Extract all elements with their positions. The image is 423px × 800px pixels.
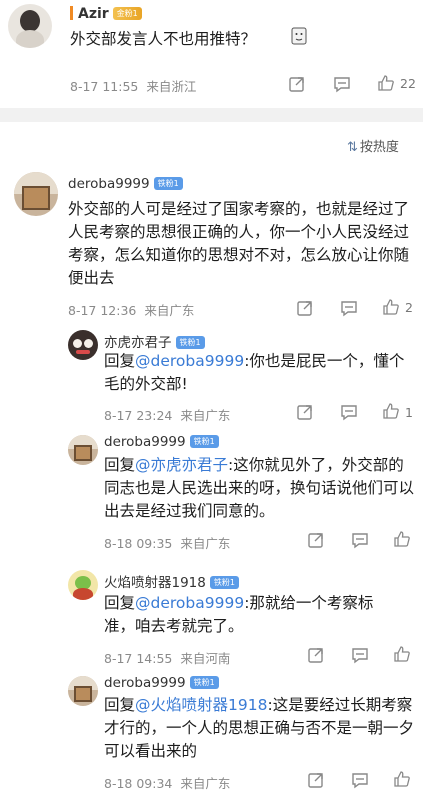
username[interactable]: 亦虎亦君子 铁粉1 xyxy=(104,331,205,351)
username[interactable]: deroba9999 铁粉1 xyxy=(68,176,183,192)
fan-badge: 铁粉1 xyxy=(189,435,219,448)
like-icon[interactable] xyxy=(393,530,411,548)
location: 来自广东 xyxy=(180,536,231,551)
location: 来自浙江 xyxy=(146,79,197,94)
post-meta: 8-17 11:55 来自浙江 xyxy=(70,76,196,95)
location: 来自广东 xyxy=(144,303,195,318)
share-icon[interactable] xyxy=(296,299,314,317)
sort-by-heat-button[interactable]: ⇅ 按热度 xyxy=(347,136,399,155)
reply-text: 回复@火焰喷射器1918:这是要经过长期考察才行的，一个人的思想正确与否不是一朝… xyxy=(104,696,415,760)
section-divider xyxy=(0,108,423,122)
timestamp: 8-17 23:24 xyxy=(104,408,173,423)
like-icon[interactable] xyxy=(382,298,400,316)
share-icon[interactable] xyxy=(307,646,325,664)
username[interactable]: deroba9999 铁粉1 xyxy=(104,434,219,450)
reply-meta: 8-17 23:24 来自广东 xyxy=(104,405,230,424)
username[interactable]: deroba9999 铁粉1 xyxy=(104,675,219,691)
fan-badge: 金粉1 xyxy=(112,7,142,20)
avatar[interactable] xyxy=(8,4,52,48)
fan-badge: 铁粉1 xyxy=(175,336,205,349)
avatar[interactable] xyxy=(68,570,98,600)
comment-icon[interactable] xyxy=(340,299,358,317)
timestamp: 8-18 09:34 xyxy=(104,776,173,791)
username[interactable]: Azir 金粉1 xyxy=(70,6,142,22)
like-count: 1 xyxy=(405,405,413,420)
comment-text: 外交部的人可是经过了国家考察的，也就是经过了人民考察的思想很正确的人，你一个小人… xyxy=(68,200,410,287)
fan-badge: 铁粉1 xyxy=(153,177,183,190)
share-icon[interactable] xyxy=(296,403,314,421)
share-icon[interactable] xyxy=(288,75,306,93)
reply-text: 回复@亦虎亦君子:这你就见外了，外交部的同志也是人民选出来的呀，换句话说他们可以… xyxy=(104,456,415,520)
mention-link[interactable]: @deroba9999 xyxy=(135,352,244,370)
top-post: Azir 金粉1 外交部发言人不也用推特？ 8-17 11:55 来自浙江 22 xyxy=(0,0,423,108)
like-count: 2 xyxy=(405,300,413,315)
timestamp: 8-17 12:36 xyxy=(68,303,137,318)
sticker-icon xyxy=(290,26,308,46)
comment-icon[interactable] xyxy=(340,403,358,421)
timestamp: 8-17 11:55 xyxy=(70,79,139,94)
comment-icon[interactable] xyxy=(333,75,351,93)
avatar[interactable] xyxy=(68,435,98,465)
avatar[interactable] xyxy=(14,172,58,216)
mention-link[interactable]: @deroba9999 xyxy=(135,594,244,612)
like-icon[interactable] xyxy=(393,770,411,788)
comment-meta: 8-17 12:36 来自广东 xyxy=(68,300,194,319)
like-count: 22 xyxy=(400,76,416,91)
reply-meta: 8-18 09:34 来自广东 xyxy=(104,773,230,792)
like-icon[interactable] xyxy=(382,402,400,420)
comment-icon[interactable] xyxy=(351,531,369,549)
like-icon[interactable] xyxy=(393,645,411,663)
reply-meta: 8-18 09:35 来自广东 xyxy=(104,533,230,552)
mention-link[interactable]: @火焰喷射器1918 xyxy=(135,696,267,714)
fan-badge: 铁粉1 xyxy=(189,676,219,689)
comment-icon[interactable] xyxy=(351,646,369,664)
avatar[interactable] xyxy=(68,330,98,360)
like-icon[interactable] xyxy=(377,74,395,92)
reply-text: 回复@deroba9999:你也是屁民一个，懂个毛的外交部! xyxy=(104,352,405,393)
reply-text: 回复@deroba9999:那就给一个考察标准，咱去考就完了。 xyxy=(104,594,374,635)
timestamp: 8-17 14:55 xyxy=(104,651,173,666)
location: 来自广东 xyxy=(180,776,231,791)
fan-badge: 铁粉1 xyxy=(209,576,239,589)
timestamp: 8-18 09:35 xyxy=(104,536,173,551)
mention-link[interactable]: @亦虎亦君子 xyxy=(135,456,228,474)
username[interactable]: 火焰喷射器1918 铁粉1 xyxy=(104,571,239,591)
reply-meta: 8-17 14:55 来自河南 xyxy=(104,648,230,667)
share-icon[interactable] xyxy=(307,531,325,549)
location: 来自河南 xyxy=(180,651,231,666)
post-text: 外交部发言人不也用推特？ xyxy=(70,30,257,48)
comment-icon[interactable] xyxy=(351,771,369,789)
location: 来自广东 xyxy=(180,408,231,423)
share-icon[interactable] xyxy=(307,771,325,789)
avatar[interactable] xyxy=(68,676,98,706)
bar-icon xyxy=(70,6,73,20)
sort-icon: ⇅ xyxy=(347,140,358,155)
